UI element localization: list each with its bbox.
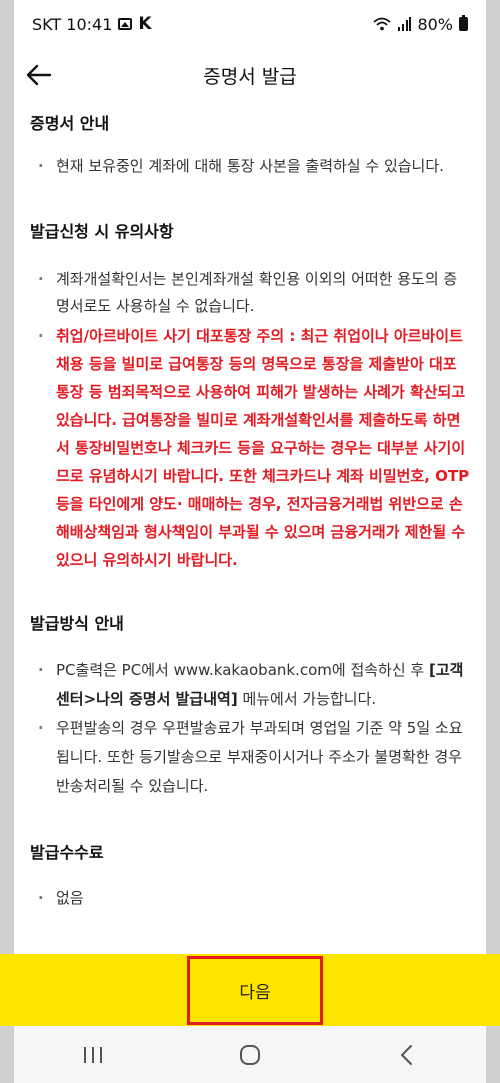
gallery-icon [118, 18, 133, 30]
section-guide: 증명서 안내 현재 보유중인 계좌에 대해 통장 사본을 출력하실 수 있습니다… [30, 112, 470, 180]
home-button[interactable] [220, 1035, 280, 1075]
app-screen: SKT 10:41 K 80% 증명서 발급 증명서 안내 · 현재 보유중인 … [14, 0, 486, 1083]
wifi-icon [373, 17, 392, 31]
chevron-left-icon [401, 1044, 413, 1065]
app-header: 증명서 발급 [14, 48, 486, 102]
method-item-pc: PC출력은 PC에서 www.kakaobank.com에 접속하신 후 [고객… [30, 656, 470, 714]
kakao-k-icon: K [138, 14, 152, 34]
method-item-mail: 우편발송의 경우 우편발송료가 부과되며 영업일 기준 약 5일 소요됩니다. … [30, 714, 470, 801]
section-title-notice: 발급신청 시 유의사항 [30, 222, 174, 241]
system-nav-bar [0, 1026, 500, 1083]
home-icon [239, 1044, 260, 1065]
back-button[interactable] [20, 57, 56, 93]
battery-percent: 80% [417, 14, 453, 34]
section-notice: 발급신청 시 유의사항 계좌개설확인서는 본인계좌개설 확인용 이외의 어떠한 … [30, 220, 470, 574]
notice-list: 계좌개설확인서는 본인계좌개설 확인용 이외의 어떠한 용도의 증명서로도 사용… [30, 266, 470, 574]
guide-list: 현재 보유중인 계좌에 대해 통장 사본을 출력하실 수 있습니다. [30, 153, 470, 180]
method-pc-suffix: 메뉴에서 가능합니다. [237, 690, 377, 708]
signal-icon [398, 17, 412, 31]
page-title: 증명서 발급 [203, 65, 297, 88]
method-list: PC출력은 PC에서 www.kakaobank.com에 접속하신 후 [고객… [30, 656, 470, 801]
device-frame: SKT 10:41 K 80% 증명서 발급 증명서 안내 · 현재 보유중인 … [0, 0, 500, 1083]
fee-item: 없음 [30, 885, 470, 912]
recent-apps-icon [83, 1046, 102, 1063]
carrier-time: SKT 10:41 [32, 14, 113, 34]
recent-apps-button[interactable] [63, 1035, 123, 1075]
method-pc-prefix: PC출력은 PC에서 www.kakaobank.com에 접속하신 후 [56, 661, 425, 679]
bottom-action-bar: 다음 [0, 954, 500, 1026]
arrow-left-icon [26, 64, 52, 86]
section-fee: 발급수수료 없음 [30, 841, 470, 912]
next-button[interactable]: 다음 [187, 956, 323, 1025]
notice-item-usage: 계좌개설확인서는 본인계좌개설 확인용 이외의 어떠한 용도의 증명서로도 사용… [30, 266, 470, 320]
fee-list: 없음 [30, 885, 470, 912]
system-nav-inner [14, 1026, 486, 1083]
status-right: 80% [373, 15, 468, 34]
system-back-button[interactable] [377, 1035, 437, 1075]
section-title-guide: 증명서 안내 [30, 114, 110, 133]
status-bar: SKT 10:41 K 80% [14, 0, 486, 48]
section-method: 발급방식 안내 PC출력은 PC에서 www.kakaobank.com에 접속… [30, 612, 470, 801]
content-scroll-area[interactable]: 증명서 안내 현재 보유중인 계좌에 대해 통장 사본을 출력하실 수 있습니다… [14, 102, 486, 952]
battery-icon [459, 15, 468, 31]
section-title-fee: 발급수수료 [30, 843, 104, 862]
section-title-method: 발급방식 안내 [30, 614, 124, 633]
guide-item: 현재 보유중인 계좌에 대해 통장 사본을 출력하실 수 있습니다. [30, 153, 470, 180]
status-left: SKT 10:41 K [32, 14, 152, 34]
notice-item-fraud-warning: 취업/아르바이트 사기 대포통장 주의 : 최근 취업이나 아르바이트 채용 등… [30, 322, 470, 574]
